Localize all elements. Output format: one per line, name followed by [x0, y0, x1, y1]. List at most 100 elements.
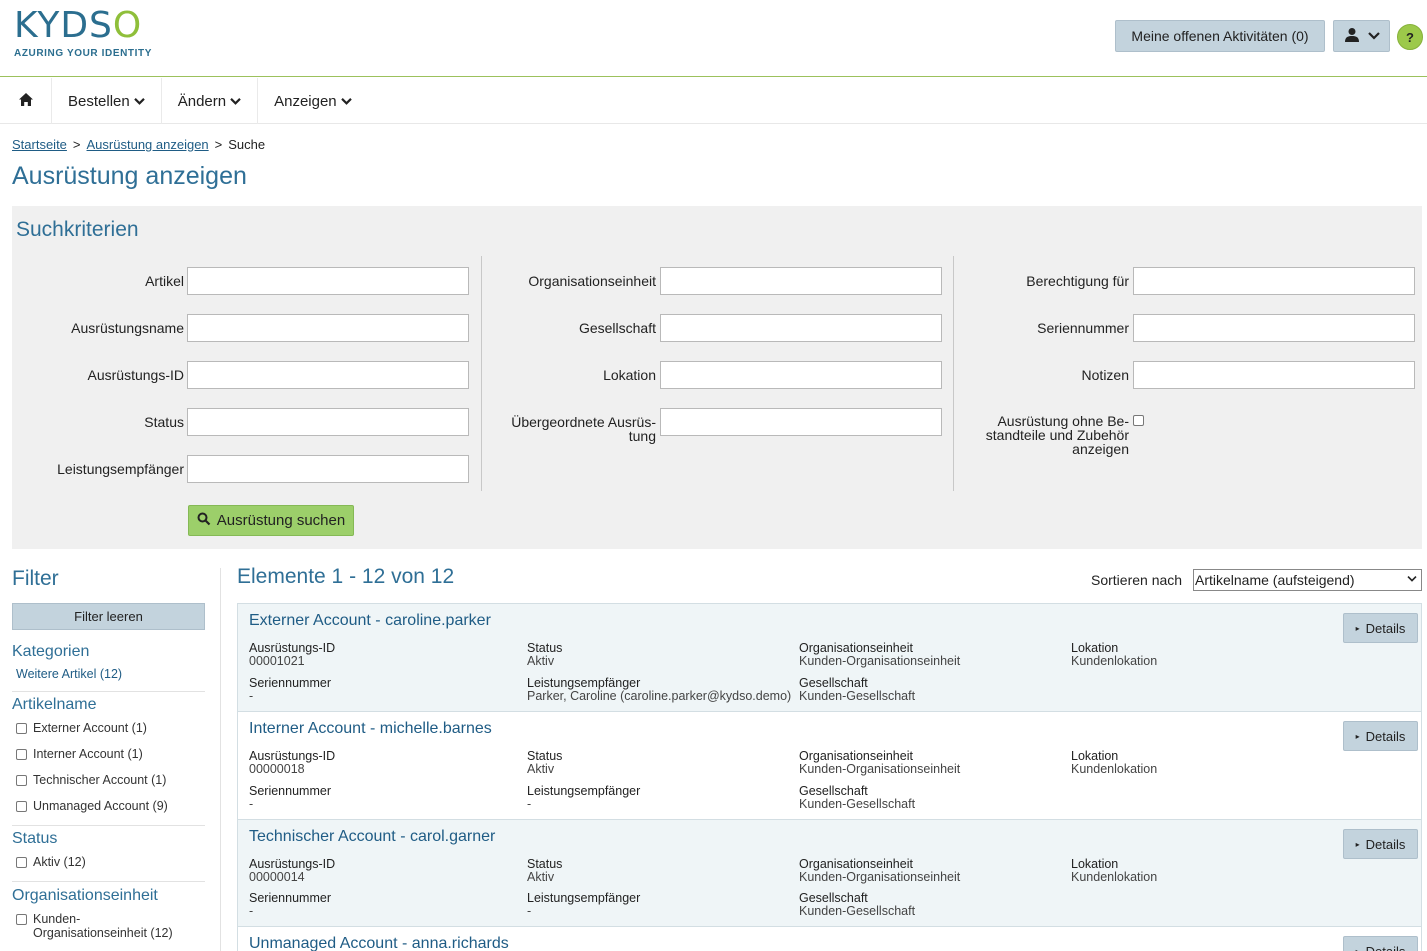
- field-status: Status Aktiv: [527, 750, 562, 776]
- filter-option-label: Aktiv (12): [33, 855, 86, 869]
- nav-aendern-label: Ändern: [177, 92, 227, 110]
- clear-filter-button[interactable]: Filter leeren: [12, 603, 205, 630]
- details-button-label: Details: [1365, 728, 1406, 744]
- field-value: -: [249, 689, 254, 703]
- home-button[interactable]: [0, 78, 52, 124]
- details-button[interactable]: ▸ Details: [1343, 721, 1418, 751]
- ausruestungs-id-input[interactable]: [187, 361, 469, 389]
- details-button[interactable]: ▸ Details: [1343, 829, 1418, 859]
- field-location: Lokation Kundenlokation: [1071, 642, 1157, 668]
- ohne-bestandteile-label-line2: standteile und Zubehör: [985, 427, 1129, 443]
- column-divider: [953, 256, 954, 491]
- app-header: KYDSO AZURING YOUR IDENTITY Meine offene…: [0, 0, 1427, 77]
- field-value: Kunden-Organisationseinheit: [799, 654, 961, 668]
- nav-bestellen[interactable]: Bestellen: [52, 78, 162, 124]
- chevron-down-icon: [1407, 575, 1417, 586]
- nav-anzeigen[interactable]: Anzeigen: [258, 78, 368, 124]
- caret-right-icon: ▸: [1355, 946, 1360, 951]
- checkbox[interactable]: [16, 775, 27, 786]
- field-company: Gesellschaft Kunden-Gesellschaft: [799, 785, 915, 811]
- status-label: Status: [144, 414, 184, 430]
- checkbox[interactable]: [16, 723, 27, 734]
- leistungsempfaenger-input[interactable]: [187, 455, 469, 483]
- gesellschaft-input[interactable]: [660, 314, 942, 342]
- sort-select[interactable]: Artikelname (aufsteigend): [1193, 569, 1422, 591]
- checkbox[interactable]: [16, 857, 27, 868]
- filter-organisationseinheit-heading: Organisationseinheit: [12, 887, 158, 904]
- field-org: Organisationseinheit Kunden-Organisations…: [799, 750, 960, 776]
- uebergeordnete-ausruestung-label-line1: Übergeordnete Ausrüs-: [511, 414, 656, 430]
- breadcrumb-separator: >: [72, 137, 81, 152]
- artikel-input[interactable]: [187, 267, 469, 295]
- breadcrumb-current: Suche: [228, 137, 266, 152]
- lokation-input[interactable]: [660, 361, 942, 389]
- field-value: Kunden-Organisationseinheit: [799, 762, 961, 776]
- user-icon: [1344, 27, 1360, 46]
- field-label: Leistungsempfänger: [527, 891, 641, 905]
- results-count-title: Elemente 1 - 12 von 12: [237, 565, 455, 588]
- field-value: Kundenlokation: [1071, 762, 1158, 776]
- result-title-link[interactable]: Externer Account - caroline.parker: [249, 612, 491, 630]
- search-criteria-panel: Suchkriterien Artikel Ausrüstungsname Au…: [12, 206, 1422, 549]
- search-criteria-title: Suchkriterien: [16, 218, 139, 241]
- breadcrumb-startseite[interactable]: Startseite: [12, 137, 67, 152]
- field-org: Organisationseinheit Kunden-Organisations…: [799, 642, 960, 668]
- page-title: Ausrüstung anzeigen: [12, 162, 247, 190]
- ausruestungsname-input[interactable]: [187, 314, 469, 342]
- ausruestungsname-label: Ausrüstungsname: [71, 320, 184, 336]
- field-value: Parker, Caroline (caroline.parker@kydso.…: [527, 689, 792, 703]
- seriennummer-label: Seriennummer: [1037, 320, 1129, 336]
- filter-option-interner-account[interactable]: Interner Account (1): [16, 747, 143, 761]
- field-value: Aktiv: [527, 762, 555, 776]
- search-icon: [197, 512, 211, 530]
- result-title-link[interactable]: Unmanaged Account - anna.richards: [249, 935, 509, 951]
- filter-kategorien-heading: Kategorien: [12, 643, 90, 660]
- filter-option-label-line1: Kunden-: [33, 912, 81, 926]
- breadcrumb-separator: >: [214, 137, 223, 152]
- chevron-down-icon: [1367, 28, 1380, 44]
- filter-option-technischer-account[interactable]: Technischer Account (1): [16, 773, 166, 787]
- notizen-input[interactable]: [1133, 361, 1415, 389]
- field-label: Leistungsempfänger: [527, 784, 641, 798]
- organisationseinheit-input[interactable]: [660, 267, 942, 295]
- filter-title: Filter: [12, 567, 59, 590]
- checkbox[interactable]: [16, 749, 27, 760]
- kydso-logo[interactable]: KYDSO AZURING YOUR IDENTITY: [14, 6, 152, 60]
- caret-right-icon: ▸: [1355, 623, 1360, 633]
- status-input[interactable]: [187, 408, 469, 436]
- lokation-label: Lokation: [603, 367, 656, 383]
- filter-option-label-line2: Organisationseinheit (12): [33, 926, 173, 940]
- caret-right-icon: ▸: [1355, 731, 1360, 741]
- seriennummer-input[interactable]: [1133, 314, 1415, 342]
- filter-option-unmanaged-account[interactable]: Unmanaged Account (9): [16, 799, 168, 813]
- sort-label: Sortieren nach: [1091, 572, 1183, 588]
- berechtigung-fuer-label: Berechtigung für: [1026, 273, 1129, 289]
- filter-option-kunden-organisationseinheit[interactable]: Kunden- Organisationseinheit (12): [16, 912, 173, 940]
- details-button[interactable]: ▸ Details: [1343, 613, 1418, 643]
- filter-option-externer-account[interactable]: Externer Account (1): [16, 721, 147, 735]
- ohne-bestandteile-checkbox[interactable]: [1133, 415, 1144, 426]
- filter-option-aktiv[interactable]: Aktiv (12): [16, 855, 86, 869]
- checkbox[interactable]: [16, 914, 27, 925]
- result-title-link[interactable]: Technischer Account - carol.garner: [249, 828, 495, 846]
- breadcrumb-ausruestung-anzeigen[interactable]: Ausrüstung anzeigen: [87, 137, 209, 152]
- help-button[interactable]: ?: [1397, 24, 1423, 50]
- main-nav: Bestellen Ändern Anzeigen: [0, 78, 1427, 124]
- uebergeordnete-ausruestung-input[interactable]: [660, 408, 942, 436]
- checkbox[interactable]: [16, 801, 27, 812]
- nav-aendern[interactable]: Ändern: [162, 78, 259, 124]
- field-label: Seriennummer: [249, 676, 331, 690]
- berechtigung-fuer-input[interactable]: [1133, 267, 1415, 295]
- field-recipient: Leistungsempfänger -: [527, 785, 640, 811]
- field-company: Gesellschaft Kunden-Gesellschaft: [799, 892, 915, 918]
- search-button[interactable]: Ausrüstung suchen: [188, 505, 354, 536]
- organisationseinheit-label: Organisationseinheit: [528, 273, 656, 289]
- result-card: Externer Account - caroline.parker ▸ Deta…: [237, 603, 1422, 711]
- user-menu-button[interactable]: [1333, 20, 1390, 52]
- details-button[interactable]: ▸ Details: [1343, 936, 1418, 951]
- result-title-link[interactable]: Interner Account - michelle.barnes: [249, 720, 492, 738]
- open-activities-button[interactable]: Meine offenen Aktivitäten (0): [1115, 20, 1325, 52]
- result-card: Technischer Account - carol.garner ▸ Deta…: [237, 819, 1422, 927]
- filter-weitere-artikel-link[interactable]: Weitere Artikel (12): [16, 667, 122, 681]
- field-serial: Seriennummer -: [249, 677, 331, 703]
